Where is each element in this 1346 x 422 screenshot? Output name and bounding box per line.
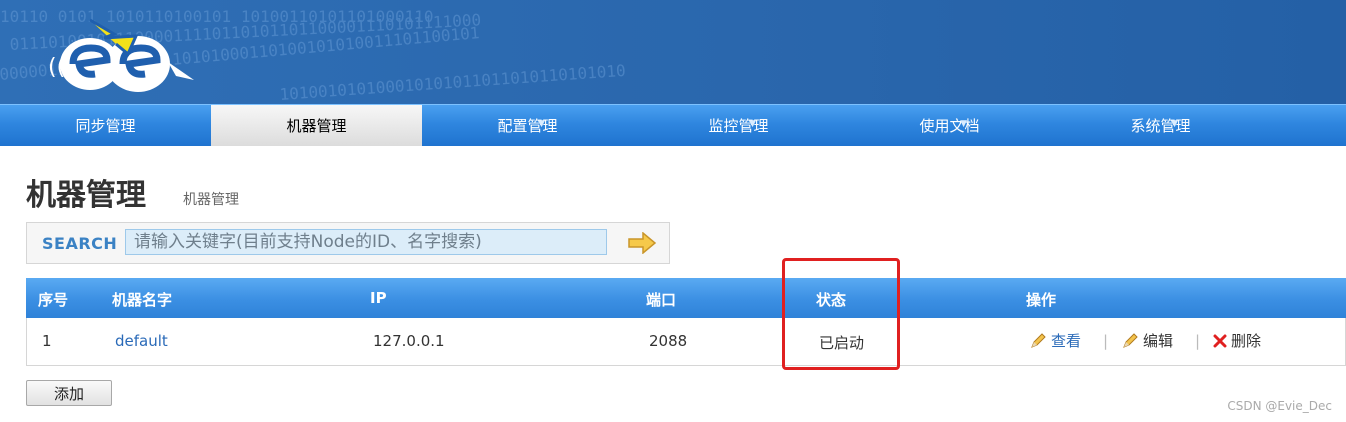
nav-item-monitor[interactable]: 监控管理 ▼ — [633, 105, 844, 146]
cell-status: 已启动 — [819, 334, 865, 352]
caret-down-icon: ▼ — [749, 119, 756, 129]
main-nav: 同步管理 机器管理 配置管理 ▼ 监控管理 ▼ 使用文档 ▼ 系统管理 ▼ — [0, 104, 1346, 146]
caret-down-icon: ▼ — [960, 119, 967, 129]
page-title: 机器管理 — [26, 178, 146, 213]
edit-label: 编辑 — [1143, 332, 1174, 350]
view-action[interactable]: 查看 — [1029, 330, 1081, 351]
cell-index: 1 — [42, 332, 52, 350]
table-row: 1 default 127.0.0.1 2088 已启动 查看 | 编辑 | 删… — [26, 318, 1346, 366]
add-button[interactable]: 添加 — [26, 380, 112, 406]
delete-action[interactable]: 删除 — [1213, 330, 1261, 351]
breadcrumb: 机器管理 — [183, 192, 239, 208]
nav-label: 配置管理 — [497, 117, 558, 135]
nav-label: 机器管理 — [286, 117, 347, 135]
edit-action[interactable]: 编辑 — [1121, 330, 1173, 351]
nav-item-docs[interactable]: 使用文档 ▼ — [844, 105, 1055, 146]
cell-ip: 127.0.0.1 — [373, 332, 445, 350]
cell-port: 2088 — [649, 332, 688, 350]
nav-item-sync[interactable]: 同步管理 — [0, 105, 211, 146]
delete-x-icon — [1213, 334, 1227, 347]
nav-label: 监控管理 — [708, 117, 769, 135]
delete-label: 删除 — [1231, 332, 1262, 350]
svg-text:101001010100010101011011010110: 101001010100010101011011010110101010 — [279, 61, 626, 104]
site-logo: (( — [48, 18, 194, 92]
pencil-icon — [1123, 332, 1138, 348]
nav-label: 系统管理 — [1130, 117, 1191, 135]
column-header-ip: IP — [370, 289, 387, 307]
column-header-actions: 操作 — [1026, 291, 1057, 309]
view-label: 查看 — [1051, 332, 1082, 350]
caret-down-icon: ▼ — [538, 119, 545, 129]
svg-text:((: (( — [48, 55, 65, 80]
machine-name-link[interactable]: default — [115, 332, 168, 350]
separator: | — [1103, 332, 1109, 350]
nav-item-config[interactable]: 配置管理 ▼ — [422, 105, 633, 146]
column-header-status: 状态 — [816, 291, 847, 309]
search-bar: SEARCH — [26, 222, 670, 264]
search-label: SEARCH — [42, 234, 118, 253]
watermark: CSDN @Evie_Dec — [1227, 399, 1332, 413]
pencil-icon — [1031, 332, 1046, 348]
column-header-name: 机器名字 — [112, 291, 173, 309]
nav-label: 使用文档 — [919, 117, 980, 135]
separator: | — [1195, 332, 1201, 350]
nav-label: 同步管理 — [75, 117, 136, 135]
nav-item-machines[interactable]: 机器管理 — [211, 105, 422, 146]
nav-item-system[interactable]: 系统管理 ▼ — [1055, 105, 1266, 146]
search-input[interactable] — [125, 229, 607, 255]
machine-table: 序号 机器名字 IP 端口 状态 操作 1 default 127.0.0.1 … — [26, 278, 1346, 366]
site-header: 10110 0101 1010110100101 101001101011010… — [0, 0, 1346, 104]
table-header: 序号 机器名字 IP 端口 状态 操作 — [26, 278, 1346, 318]
arrow-right-icon[interactable] — [627, 232, 657, 254]
column-header-port: 端口 — [646, 291, 677, 309]
column-header-index: 序号 — [38, 291, 69, 309]
caret-down-icon: ▼ — [1171, 119, 1178, 129]
